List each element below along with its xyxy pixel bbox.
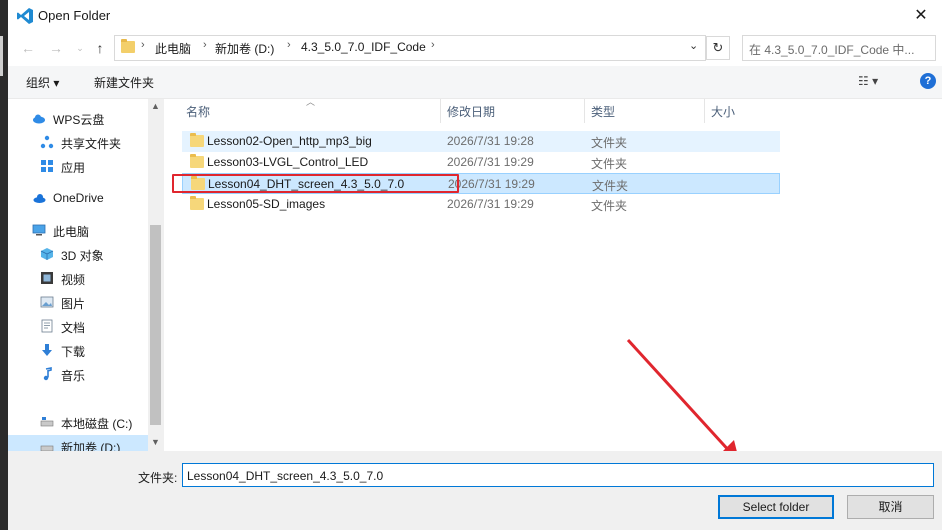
sidebar-item-3d-objects[interactable]: 3D 对象: [8, 243, 148, 265]
window-title: Open Folder: [38, 8, 111, 23]
chevron-right-icon: ›: [141, 39, 145, 51]
computer-icon: [32, 224, 46, 236]
column-divider[interactable]: [704, 99, 705, 123]
breadcrumb-current-folder[interactable]: 4.3_5.0_7.0_IDF_Code: [301, 40, 426, 54]
folder-icon: [190, 154, 204, 168]
folder-name-input[interactable]: Lesson04_DHT_screen_4.3_5.0_7.0: [182, 463, 934, 487]
arrow-right-icon: →: [49, 40, 63, 56]
column-divider[interactable]: [584, 99, 585, 123]
column-header-date[interactable]: 修改日期: [447, 103, 495, 120]
forward-button[interactable]: →: [46, 38, 66, 58]
chevron-right-icon: ›: [431, 39, 435, 51]
sort-ascending-icon: ︿: [306, 97, 316, 107]
download-icon: [42, 344, 52, 356]
search-placeholder: 在 4.3_5.0_7.0_IDF_Code 中...: [749, 43, 915, 57]
picture-icon: [40, 296, 54, 308]
file-type: 文件夹: [591, 136, 628, 150]
sidebar-item-apps[interactable]: 应用: [8, 155, 148, 177]
folder-name-value: Lesson04_DHT_screen_4.3_5.0_7.0: [187, 469, 384, 483]
file-type: 文件夹: [591, 199, 628, 213]
music-icon: [43, 367, 52, 381]
sidebar-item-shared-folder[interactable]: 共享文件夹: [8, 131, 148, 153]
file-type: 文件夹: [591, 157, 628, 171]
navigation-scrollbar[interactable]: ▲ ▼: [148, 99, 163, 451]
folder-field-label: 文件夹:: [138, 471, 178, 485]
sidebar-item-drive-c[interactable]: 本地磁盘 (C:): [8, 411, 148, 433]
navigation-pane: WPS云盘 共享文件夹 应用 OneDrive 此电脑 3D 对象 视频 图片 …: [8, 99, 163, 457]
scroll-up-icon[interactable]: ▲: [151, 101, 160, 111]
back-button[interactable]: ←: [18, 38, 38, 58]
file-name: Lesson05-SD_images: [207, 197, 326, 211]
sidebar-item-this-pc[interactable]: 此电脑: [8, 219, 148, 241]
select-folder-button[interactable]: Select folder: [718, 495, 834, 519]
breadcrumb-this-pc[interactable]: 此电脑: [155, 40, 191, 57]
folder-icon: [121, 39, 135, 53]
document-icon: [41, 319, 53, 333]
cancel-button[interactable]: 取消: [847, 495, 934, 519]
help-icon[interactable]: ?: [920, 73, 936, 89]
column-header-name[interactable]: 名称: [186, 103, 210, 120]
file-list: ︿ 名称 修改日期 类型 大小 Lesson02-Open_http_mp3_b…: [163, 97, 942, 451]
close-icon: ✕: [914, 7, 928, 24]
drive-icon: [40, 417, 54, 427]
file-type: 文件夹: [592, 179, 629, 193]
background-window-strip: [0, 0, 8, 530]
vscode-icon: [17, 8, 33, 24]
column-header-size[interactable]: 大小: [711, 103, 735, 120]
file-name: Lesson02-Open_http_mp3_big: [207, 134, 372, 148]
file-date: 2026/7/31 19:28: [447, 134, 534, 148]
refresh-button[interactable]: ↻: [706, 36, 730, 60]
sidebar-item-pictures[interactable]: 图片: [8, 291, 148, 313]
search-input[interactable]: 在 4.3_5.0_7.0_IDF_Code 中...: [742, 35, 936, 61]
annotation-highlight-box: [172, 174, 459, 193]
share-icon: [40, 135, 54, 149]
up-button[interactable]: ↑: [90, 38, 110, 58]
sidebar-item-videos[interactable]: 视频: [8, 267, 148, 289]
cloud-icon: [33, 114, 45, 124]
table-row[interactable]: Lesson05-SD_images 2026/7/31 19:29 文件夹: [182, 194, 780, 215]
chevron-down-icon: ⌄: [76, 43, 84, 53]
list-view-icon: ☷ ▾: [858, 74, 879, 88]
folder-icon: [190, 133, 204, 147]
file-date: 2026/7/31 19:29: [448, 177, 535, 191]
video-icon: [41, 272, 53, 284]
table-row[interactable]: Lesson02-Open_http_mp3_big 2026/7/31 19:…: [182, 131, 780, 152]
sidebar-item-downloads[interactable]: 下载: [8, 339, 148, 361]
sidebar-item-documents[interactable]: 文档: [8, 315, 148, 337]
new-folder-button[interactable]: 新建文件夹: [94, 74, 154, 91]
address-dropdown-icon[interactable]: ⌄: [689, 39, 698, 52]
onedrive-icon: [33, 194, 46, 203]
title-bar: [8, 0, 942, 32]
file-date: 2026/7/31 19:29: [447, 155, 534, 169]
address-bar[interactable]: › 此电脑 › 新加卷 (D:) › 4.3_5.0_7.0_IDF_Code …: [114, 35, 706, 61]
close-button[interactable]: ✕: [910, 6, 932, 26]
file-date: 2026/7/31 19:29: [447, 197, 534, 211]
table-row[interactable]: Lesson03-LVGL_Control_LED 2026/7/31 19:2…: [182, 152, 780, 173]
cube-icon: [40, 248, 54, 260]
refresh-icon: ↻: [712, 40, 724, 55]
arrow-up-icon: ↑: [96, 40, 104, 56]
scroll-down-icon[interactable]: ▼: [151, 437, 160, 447]
file-name: Lesson03-LVGL_Control_LED: [207, 155, 369, 169]
arrow-left-icon: ←: [21, 40, 35, 56]
breadcrumb-drive-d[interactable]: 新加卷 (D:): [215, 40, 274, 57]
chevron-right-icon: ›: [203, 39, 207, 51]
folder-icon: [190, 196, 204, 210]
chevron-right-icon: ›: [287, 39, 291, 51]
sidebar-item-music[interactable]: 音乐: [8, 363, 148, 385]
apps-icon: [41, 160, 53, 172]
scrollbar-thumb[interactable]: [150, 225, 161, 425]
column-header-type[interactable]: 类型: [591, 103, 615, 120]
sidebar-item-wps-cloud[interactable]: WPS云盘: [8, 107, 148, 129]
sidebar-item-onedrive[interactable]: OneDrive: [8, 187, 148, 209]
column-divider[interactable]: [440, 99, 441, 123]
organize-button[interactable]: 组织 ▾: [26, 74, 59, 91]
view-options-button[interactable]: ☷ ▾: [858, 74, 878, 88]
recent-dropdown[interactable]: ⌄: [70, 38, 90, 58]
